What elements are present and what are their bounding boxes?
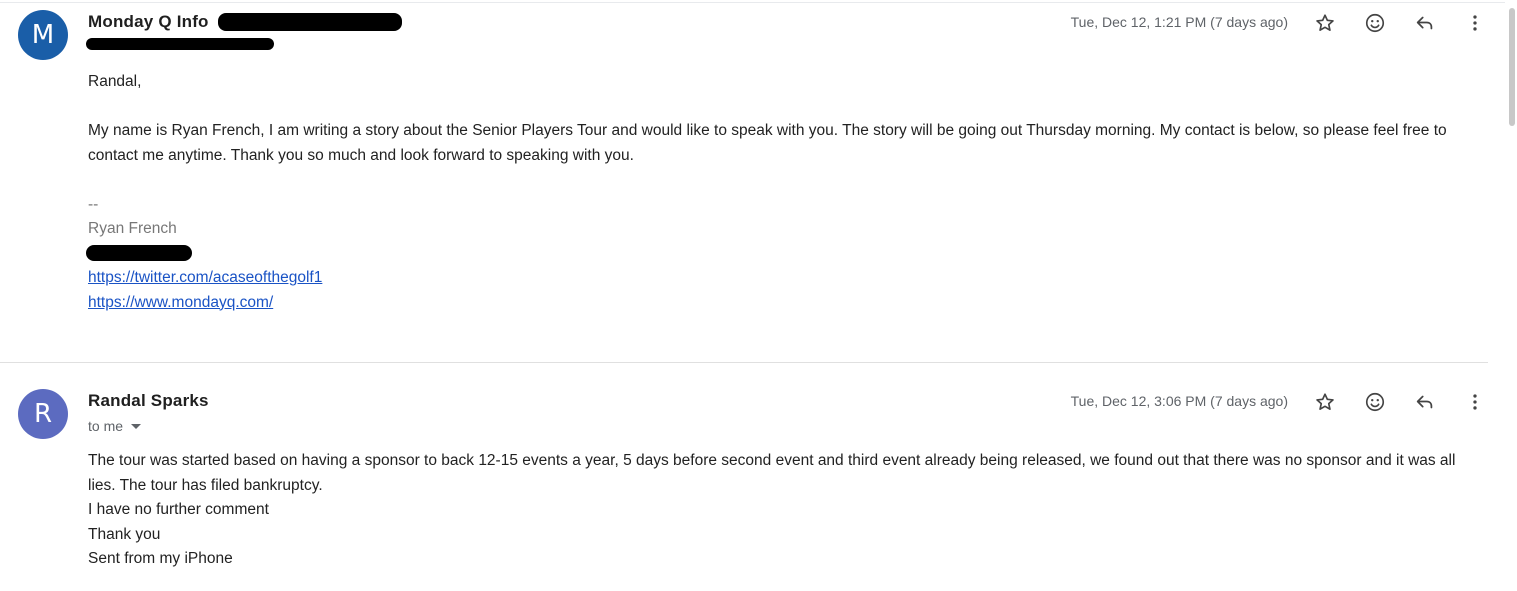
website-link[interactable]: https://www.mondayq.com/	[88, 291, 1473, 316]
message-date[interactable]: Tue, Dec 12, 3:06 PM (7 days ago)	[1071, 393, 1288, 409]
star-icon	[1316, 393, 1334, 410]
more-vert-icon	[1473, 15, 1477, 31]
redacted-phone	[86, 244, 192, 261]
reply-icon	[1416, 395, 1433, 409]
message-line: The tour was started based on having a s…	[88, 452, 1456, 494]
scrollbar[interactable]	[1505, 0, 1517, 591]
scrollbar-thumb[interactable]	[1509, 8, 1515, 126]
more-options-button[interactable]	[1460, 8, 1490, 38]
message-divider	[0, 362, 1488, 363]
message-line: I have no further comment	[88, 501, 269, 518]
greeting: Randal,	[88, 73, 142, 90]
more-options-button[interactable]	[1460, 387, 1490, 417]
add-reaction-button[interactable]	[1360, 387, 1390, 417]
recipient-details-toggle[interactable]: to me	[88, 418, 142, 434]
signature-separator: --	[88, 195, 99, 213]
reply-button[interactable]	[1410, 8, 1440, 38]
to-label: to me	[88, 418, 124, 434]
add-reaction-icon	[1365, 13, 1385, 33]
message-body: Randal, My name is Ryan French, I am wri…	[86, 70, 1473, 316]
reply-icon	[1416, 16, 1433, 30]
sender-name[interactable]: Monday Q Info	[88, 12, 209, 32]
avatar[interactable]: M	[18, 10, 68, 60]
message-line: Thank you	[88, 525, 161, 543]
add-reaction-button[interactable]	[1360, 8, 1390, 38]
redacted-recipient	[86, 38, 274, 50]
avatar[interactable]: R	[18, 389, 68, 439]
signature-name: Ryan French	[88, 220, 177, 237]
redacted-sender-email	[218, 13, 402, 31]
message-line: Sent from my iPhone	[88, 550, 233, 567]
email-message: R Randal Sparks to me Tue, Dec 12, 3:06 …	[0, 364, 1505, 591]
star-button[interactable]	[1310, 8, 1340, 38]
chevron-down-icon[interactable]	[131, 423, 142, 429]
message-paragraph: My name is Ryan French, I am writing a s…	[88, 122, 1447, 164]
more-vert-icon	[1473, 394, 1477, 410]
message-body: The tour was started based on having a s…	[88, 449, 1473, 572]
sender-name[interactable]: Randal Sparks	[88, 391, 209, 411]
star-icon	[1316, 14, 1334, 31]
email-message: M Monday Q Info Tue, Dec 12, 1:21 PM (7 …	[0, 0, 1505, 362]
star-button[interactable]	[1310, 387, 1340, 417]
redacted-signature-line	[86, 242, 1473, 267]
add-reaction-icon	[1365, 392, 1385, 412]
reply-button[interactable]	[1410, 387, 1440, 417]
message-date[interactable]: Tue, Dec 12, 1:21 PM (7 days ago)	[1071, 14, 1288, 30]
twitter-link[interactable]: https://twitter.com/acaseofthegolf1	[88, 266, 1473, 291]
